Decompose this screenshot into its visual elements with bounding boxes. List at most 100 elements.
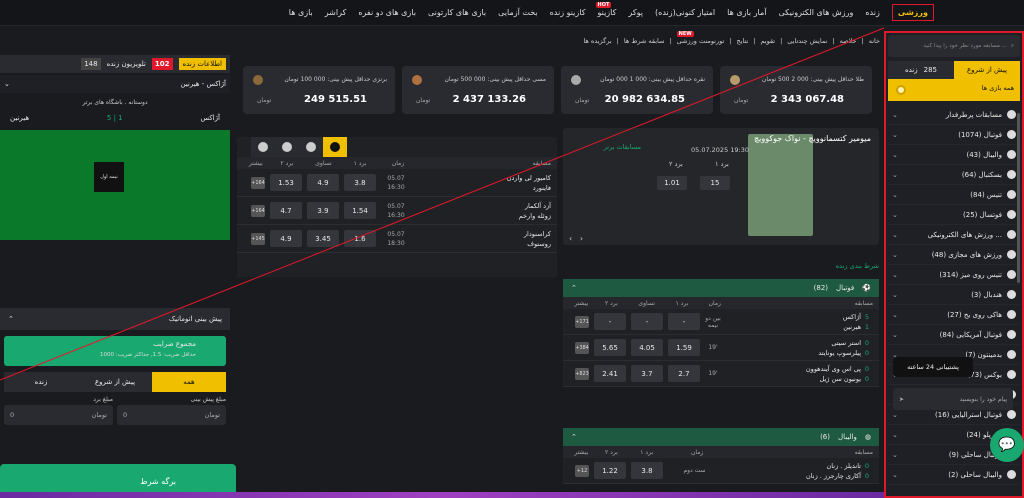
toggle-knob[interactable] <box>896 85 906 95</box>
odd-button[interactable]: 5.65 <box>594 339 626 356</box>
sport-item[interactable]: والیبال (43) ⌄ <box>888 145 1020 165</box>
nav-card-games[interactable]: بازی های کارتونی <box>428 8 486 17</box>
sport-item[interactable]: بسکتبال (64) ⌄ <box>888 165 1020 185</box>
jackpot-card-copper[interactable]: مسی حداقل پیش بینی: 000 500 تومان 2 437 1… <box>402 66 554 114</box>
odd-button[interactable]: 4.9 <box>270 230 302 247</box>
more-markets-button[interactable]: +164 <box>251 176 265 189</box>
table-row[interactable]: 00 پی اس وی آیندهوون یونیون سن ژیل 19' 2.… <box>563 361 879 387</box>
football-header[interactable]: ⚽ فوتبال (82) ⌃ <box>563 279 879 297</box>
more-markets-button[interactable]: +384 <box>575 341 589 354</box>
odd-button[interactable]: 1.6 <box>344 230 376 247</box>
sport-item[interactable]: ورزش های مجازی (48) ⌄ <box>888 245 1020 265</box>
table-row[interactable]: کراسنودار روستوف 05.07 18:30 1.6 3.45 4.9… <box>237 225 557 253</box>
sport-item[interactable]: فوتبال (1074) ⌄ <box>888 125 1020 145</box>
nav-stats[interactable]: آمار بازی ها <box>727 8 766 17</box>
send-icon[interactable]: ➤ <box>899 396 904 403</box>
odd-button[interactable]: 3.8 <box>631 462 663 479</box>
sidebar-scrollbar[interactable] <box>1017 113 1020 283</box>
auto-bet-header[interactable]: پیش بینی اتوماتیک ⌃ <box>0 308 230 330</box>
odd-button[interactable]: 4.7 <box>270 202 302 219</box>
subnav-home[interactable]: خانه <box>869 37 880 45</box>
sport-item[interactable]: والیبال ساحلی (2) ⌄ <box>888 465 1020 485</box>
sport-item[interactable]: فوتبال آمریکایی (84) ⌄ <box>888 325 1020 345</box>
sport-item[interactable]: هاکی روی یخ (27) ⌄ <box>888 305 1020 325</box>
odd-button[interactable]: 1.59 <box>668 339 700 356</box>
jackpot-card-silver[interactable]: نقره حداقل پیش بینی: 000 1 000 تومان 20 9… <box>561 66 713 114</box>
chat-bubble-button[interactable]: 💬 <box>990 428 1024 462</box>
all-games-toggle[interactable]: همه بازی ها <box>888 79 1020 101</box>
subnav-calendar[interactable]: تقویم <box>760 37 775 45</box>
carousel-arrows[interactable]: ‹ › <box>569 234 583 243</box>
odd-button[interactable]: - <box>631 313 663 330</box>
odd-button[interactable]: 2.7 <box>668 365 700 382</box>
table-row[interactable]: کامبور لی واردن فاینورد 05.07 16:30 3.8 4… <box>237 169 557 197</box>
table-row[interactable]: 51 آژاکس هیرنین بین دو نیمه - - - +171 <box>563 309 879 335</box>
odd-button[interactable]: 3.9 <box>307 202 339 219</box>
subnav-results[interactable]: نتایج <box>737 37 749 45</box>
chevron-up-icon[interactable]: ⌃ <box>571 433 577 441</box>
chat-input[interactable]: پیام خود را بنویسید ➤ <box>893 388 1013 410</box>
jackpot-card-bronze[interactable]: برنزی حداقل پیش بینی: 000 100 تومان 249 5… <box>243 66 395 114</box>
odd-button[interactable]: 4.05 <box>631 339 663 356</box>
odd-button[interactable]: 2.41 <box>594 365 626 382</box>
odd-button[interactable]: 1.53 <box>270 174 302 191</box>
odd-button[interactable]: 3.7 <box>631 365 663 382</box>
stake-input[interactable]: 0 تومان <box>117 405 226 425</box>
odd-button[interactable]: - <box>594 313 626 330</box>
odd-button[interactable]: 1.54 <box>344 202 376 219</box>
subnav-multi[interactable]: نمایش چندتایی <box>787 37 827 45</box>
live-info-tab[interactable]: اطلاعات زنده <box>178 58 226 70</box>
nav-esports[interactable]: ورزش های الکترونیکی <box>779 8 854 17</box>
subnav-tournament[interactable]: NEW تورنومنت ورزشی <box>676 31 724 45</box>
subnav-history[interactable]: سابقه شرط ها <box>624 37 665 45</box>
table-row[interactable]: 00 استر سیتی پیلرسوپ یونایتد 19' 1.59 4.0… <box>563 335 879 361</box>
odd-button[interactable]: 15 <box>700 176 730 190</box>
basketball-tab[interactable] <box>299 137 323 157</box>
volleyball-header[interactable]: ◍ والیبال (6) ⌃ <box>563 428 879 446</box>
football-tab[interactable] <box>323 137 347 157</box>
sport-item[interactable]: ورزش های الکترونیکی ... ⌄ <box>888 225 1020 245</box>
table-row[interactable]: آزد آلکمار زوئله وارخم 05.07 16:30 1.54 3… <box>237 197 557 225</box>
nav-games[interactable]: بازی ها <box>289 8 313 17</box>
live-tv-tab[interactable]: تلویزیون زنده <box>107 60 146 68</box>
nav-lottery[interactable]: بخت آزمایی <box>498 8 538 17</box>
tab-live[interactable]: زنده 285 <box>888 61 954 79</box>
nav-casino[interactable]: HOT کازینو <box>595 2 616 17</box>
more-markets-button[interactable]: +823 <box>575 367 589 380</box>
more-markets-button[interactable]: +12 <box>575 464 589 477</box>
table-row[interactable]: 00 تاندیلز . زنان آکاری چارجرز . زنان ست … <box>563 458 879 484</box>
search-input[interactable]: مسابقه مورد نظر خود را پیدا کنید ... <box>923 43 1007 49</box>
seg-all[interactable]: همه <box>152 372 226 392</box>
sport-item[interactable]: فوتسال (25) ⌄ <box>888 205 1020 225</box>
subnav-favorites[interactable]: برگزیده ها <box>583 37 611 45</box>
odd-button[interactable]: 3.45 <box>307 230 339 247</box>
subnav-summary[interactable]: خلاصه <box>840 37 857 45</box>
search-box[interactable]: ⌕ مسابقه مورد نظر خود را پیدا کنید ... <box>888 35 1020 57</box>
nav-crasher[interactable]: کراشر <box>325 8 347 17</box>
nav-live[interactable]: زنده <box>865 8 879 17</box>
sport-item[interactable]: تنیس روی میز (314) ⌄ <box>888 265 1020 285</box>
chevron-up-icon[interactable]: ⌃ <box>571 284 577 292</box>
nav-poker[interactable]: پوکر <box>628 8 643 17</box>
odd-button[interactable]: 1.01 <box>657 176 687 190</box>
seg-prematch[interactable]: پیش از شروع <box>78 372 152 392</box>
more-markets-button[interactable]: +164 <box>251 204 265 217</box>
nav-livescore[interactable]: امتیاز کنونی(زنده) <box>655 8 715 17</box>
odd-button[interactable]: 3.8 <box>344 174 376 191</box>
tennis-tab[interactable] <box>251 137 275 157</box>
tab-prematch[interactable]: پیش از شروع <box>954 61 1020 79</box>
seg-live[interactable]: زنده <box>4 372 78 392</box>
odd-button[interactable]: 1.22 <box>594 462 626 479</box>
odd-button[interactable]: - <box>668 313 700 330</box>
jackpot-card-gold[interactable]: طلا حداقل پیش بینی: 000 2 500 تومان 2 343… <box>720 66 872 114</box>
match-select[interactable]: آژاکس - هیرنین ⌄ <box>0 75 230 93</box>
sport-item[interactable]: تنیس (84) ⌄ <box>888 185 1020 205</box>
volleyball-tab[interactable] <box>275 137 299 157</box>
sport-item[interactable]: مسابقات پرطرفدار ⌄ <box>888 105 1020 125</box>
odd-button[interactable]: 4.9 <box>307 174 339 191</box>
nav-sports[interactable]: ورزشی <box>891 4 934 21</box>
more-markets-button[interactable]: +171 <box>575 315 589 328</box>
nav-pvp[interactable]: بازی های دو نفره <box>358 8 416 17</box>
sport-item[interactable]: هندبال (3) ⌄ <box>888 285 1020 305</box>
more-markets-button[interactable]: +145 <box>251 232 265 245</box>
